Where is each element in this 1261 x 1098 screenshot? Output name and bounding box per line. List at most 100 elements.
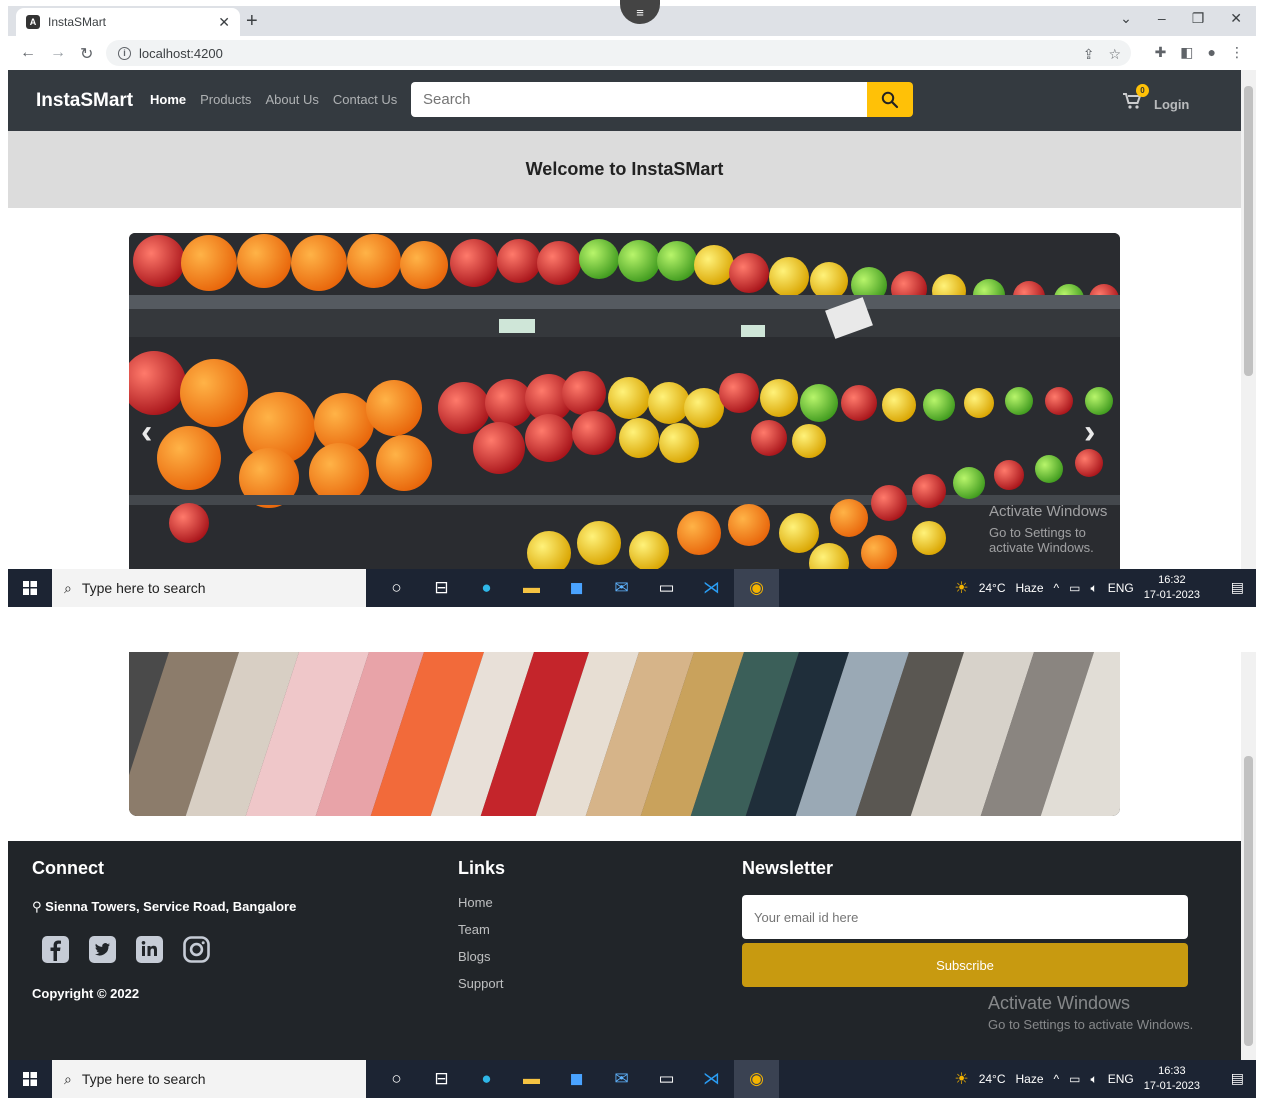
minimize-icon[interactable]: – (1158, 10, 1166, 27)
restore-icon[interactable]: ❐ (1192, 10, 1205, 27)
edge-icon[interactable]: ● (464, 569, 509, 607)
chrome-icon[interactable]: ◉ (734, 569, 779, 607)
taskbar-search-text: Type here to search (81, 580, 206, 596)
vscode-icon[interactable]: ⋊ (689, 1060, 734, 1098)
footer-address: ⚲ Sienna Towers, Service Road, Bangalore (32, 899, 297, 914)
notification-center-icon[interactable]: ▤ (1231, 579, 1244, 596)
share-icon[interactable]: ⇪ (1083, 46, 1095, 63)
browser-tab[interactable]: A InstaSMart ✕ (16, 8, 240, 36)
clock[interactable]: 16:33 17-01-2023 (1144, 1064, 1200, 1094)
tray-chevron-icon[interactable]: ^ (1054, 581, 1060, 595)
nav-about[interactable]: About Us (265, 92, 318, 107)
linkedin-icon[interactable] (135, 935, 164, 964)
footer-link-team[interactable]: Team (458, 922, 504, 937)
url-input[interactable]: i localhost:4200 ⇪ ☆ (106, 40, 1131, 66)
cortana-icon[interactable]: ○ (374, 569, 419, 607)
language-indicator[interactable]: ENG (1108, 581, 1134, 595)
page-scrollbar-top[interactable] (1241, 70, 1256, 569)
terminal-icon[interactable]: ▭ (644, 1060, 689, 1098)
search-button[interactable] (867, 82, 913, 117)
newsletter-email-input[interactable] (742, 895, 1188, 939)
footer-connect-title: Connect (32, 858, 104, 878)
forward-icon[interactable]: → (50, 44, 66, 64)
taskbar-top: ⌕ Type here to search ○ ⊟ ● ▬ ◼ ✉ ▭ ⋊ ◉ … (8, 569, 1256, 607)
subscribe-button[interactable]: Subscribe (742, 943, 1188, 987)
brand-logo[interactable]: InstaSMart (36, 90, 133, 112)
footer-link-blogs[interactable]: Blogs (458, 949, 504, 964)
social-links (41, 935, 211, 964)
footer-links-title: Links (458, 858, 506, 878)
close-window-icon[interactable]: ✕ (1230, 10, 1242, 27)
activate-watermark-sub-top: Go to Settings to activate Windows. (989, 525, 1094, 555)
volume-icon[interactable]: 🔈︎ (1091, 581, 1098, 596)
taskbar-search-input[interactable]: ⌕ Type here to search (52, 569, 366, 607)
search-form (411, 82, 913, 117)
language-indicator[interactable]: ENG (1108, 1072, 1134, 1086)
store-icon[interactable]: ◼ (554, 1060, 599, 1098)
task-view-icon[interactable]: ⊟ (419, 1060, 464, 1098)
taskbar-search-icon: ⌕ (64, 579, 72, 596)
file-explorer-icon[interactable]: ▬ (509, 569, 554, 607)
tab-dropdown-icon[interactable]: ⌄ (1120, 10, 1132, 27)
tray-chevron-icon[interactable]: ^ (1054, 1072, 1060, 1086)
vscode-icon[interactable]: ⋊ (689, 569, 734, 607)
nav-products[interactable]: Products (200, 92, 251, 107)
back-icon[interactable]: ← (20, 44, 36, 64)
activate-watermark-bottom: Activate Windows (988, 993, 1131, 1013)
search-input[interactable] (411, 82, 867, 117)
login-link[interactable]: Login (1154, 97, 1189, 112)
volume-icon[interactable]: 🔈︎ (1091, 1072, 1098, 1087)
reload-icon[interactable]: ↻ (80, 44, 93, 64)
carousel-next-icon[interactable]: › (1084, 413, 1095, 452)
site-info-icon[interactable]: i (118, 46, 131, 60)
mail-icon[interactable]: ✉ (599, 1060, 644, 1098)
clothing-rack-image (129, 652, 1120, 816)
carousel-prev-icon[interactable]: ‹ (141, 413, 152, 452)
menu-kebab-icon[interactable]: ⋮ (1230, 44, 1244, 61)
task-view-icon[interactable]: ⊟ (419, 569, 464, 607)
side-panel-icon[interactable]: ◧ (1180, 44, 1193, 61)
profile-icon[interactable]: ● (1208, 44, 1216, 61)
address-bar: ← → ↻ i localhost:4200 ⇪ ☆ ✚ ◧ ● ⋮ (8, 36, 1256, 70)
nav-home[interactable]: Home (150, 92, 186, 107)
footer-link-home[interactable]: Home (458, 895, 504, 910)
chrome-icon[interactable]: ◉ (734, 1060, 779, 1098)
taskbar-bottom: ⌕ Type here to search ○ ⊟ ● ▬ ◼ ✉ ▭ ⋊ ◉ … (8, 1060, 1256, 1098)
nav-links: Home Products About Us Contact Us (150, 92, 397, 107)
carousel-slide-produce[interactable]: ‹ › Activate Windows Go to Settings to a… (129, 233, 1120, 569)
twitter-icon[interactable] (88, 935, 117, 964)
weather-icon: ☀ (954, 580, 969, 597)
carousel-slide-clothing[interactable] (129, 652, 1120, 816)
footer-links: Home Team Blogs Support (458, 895, 504, 991)
taskbar-search-input[interactable]: ⌕ Type here to search (52, 1060, 366, 1098)
site-navbar: InstaSMart Home Products About Us Contac… (8, 70, 1241, 131)
network-icon[interactable]: ▭ (1069, 581, 1080, 595)
store-icon[interactable]: ◼ (554, 569, 599, 607)
bookmark-star-icon[interactable]: ☆ (1108, 46, 1121, 63)
network-icon[interactable]: ▭ (1069, 1072, 1080, 1086)
tab-close-icon[interactable]: ✕ (218, 14, 230, 31)
nav-contact[interactable]: Contact Us (333, 92, 397, 107)
file-explorer-icon[interactable]: ▬ (509, 1060, 554, 1098)
terminal-icon[interactable]: ▭ (644, 569, 689, 607)
tab-search-icon[interactable]: ≡ (620, 0, 660, 24)
window-controls: ⌄ – ❐ ✕ (1120, 10, 1242, 27)
edge-icon[interactable]: ● (464, 1060, 509, 1098)
mail-icon[interactable]: ✉ (599, 569, 644, 607)
map-marker-icon: ⚲ (32, 899, 42, 914)
produce-shelves-image (129, 233, 1120, 569)
notification-center-icon[interactable]: ▤ (1231, 1070, 1244, 1087)
windows-start-icon[interactable] (8, 1060, 52, 1098)
weather-temp: 24°C (978, 581, 1006, 595)
windows-start-icon[interactable] (8, 569, 52, 607)
url-text: localhost:4200 (139, 45, 223, 61)
footer-link-support[interactable]: Support (458, 976, 504, 991)
clock[interactable]: 16:32 17-01-2023 (1144, 573, 1200, 603)
extensions-icon[interactable]: ✚ (1155, 44, 1167, 61)
facebook-icon[interactable] (41, 935, 70, 964)
site-footer: Connect ⚲ Sienna Towers, Service Road, B… (8, 841, 1241, 1060)
page-scrollbar-bottom[interactable] (1241, 652, 1256, 1060)
cortana-icon[interactable]: ○ (374, 1060, 419, 1098)
new-tab-icon[interactable]: + (246, 10, 258, 33)
instagram-icon[interactable] (182, 935, 211, 964)
